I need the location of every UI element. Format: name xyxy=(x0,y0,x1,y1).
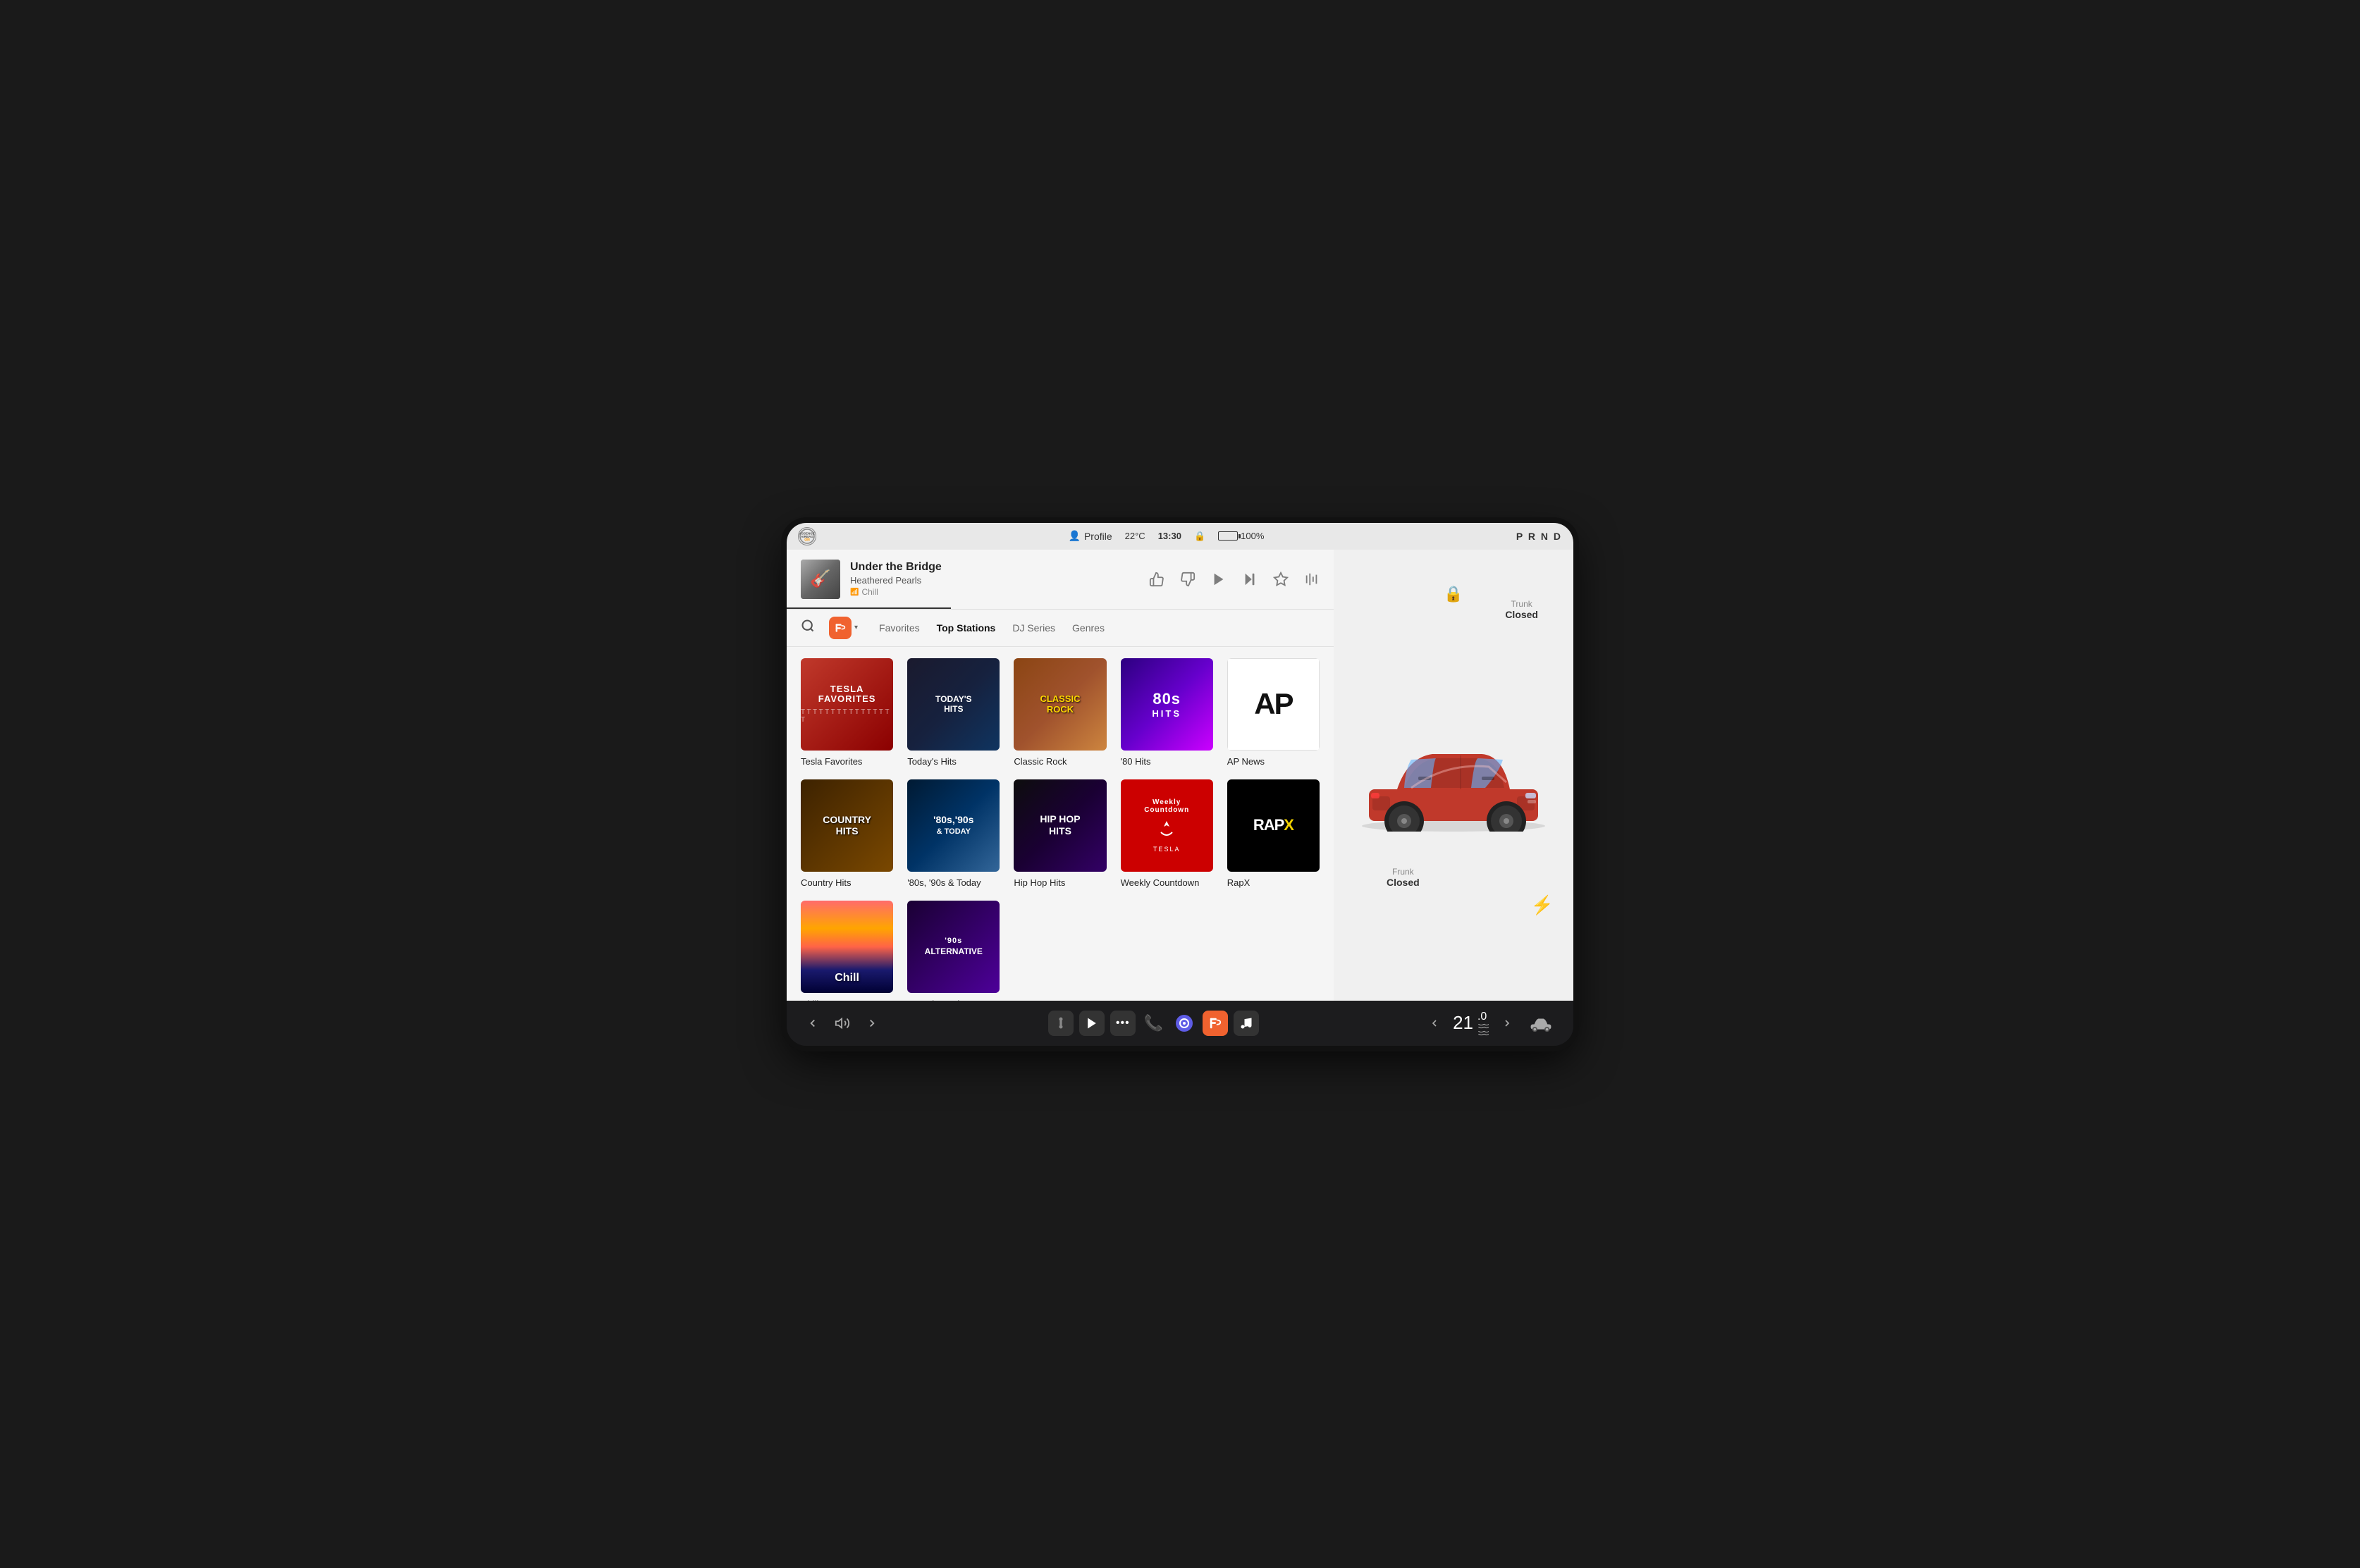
station-80s90s-today[interactable]: '80s,'90s & TODAY '80s, '90s & Today xyxy=(907,779,1000,889)
profile-label: Profile xyxy=(1084,531,1112,542)
playback-controls xyxy=(1149,572,1320,587)
station-hip-hop-hits[interactable]: HIP HOPHITS Hip Hop Hits xyxy=(1014,779,1106,889)
time-display: 13:30 xyxy=(1158,531,1181,541)
pandora-active-button[interactable] xyxy=(1203,1011,1228,1036)
trunk-label: Trunk Closed xyxy=(1505,599,1538,620)
tab-favorites[interactable]: Favorites xyxy=(872,619,927,636)
thumbs-down-button[interactable] xyxy=(1180,572,1196,587)
search-button[interactable] xyxy=(801,619,815,636)
station-label-rapx: RapX xyxy=(1227,877,1320,889)
tab-top-stations[interactable]: Top Stations xyxy=(930,619,1003,636)
battery-percent: 100% xyxy=(1241,531,1264,541)
forward-button[interactable] xyxy=(863,1014,881,1032)
charging-bolt-icon: ⚡ xyxy=(1531,894,1554,916)
back-button[interactable] xyxy=(804,1014,822,1032)
car-container: 🔒 Frunk Closed Trunk Closed ⚡ xyxy=(1348,564,1559,987)
album-art xyxy=(801,560,840,599)
car-svg xyxy=(1348,719,1559,832)
airbag-badge: PASSENGER AIRBAG ON xyxy=(798,527,816,545)
service-selector[interactable]: ▾ xyxy=(829,617,858,639)
temp-decrease-button[interactable] xyxy=(1426,1015,1443,1032)
pandora-logo xyxy=(829,617,852,639)
more-button[interactable]: ••• xyxy=(1110,1011,1136,1036)
track-station: 📶 Chill xyxy=(850,587,1139,597)
lock-icon: 🔒 xyxy=(1194,531,1205,542)
nav-center: ••• 📞 xyxy=(1048,1011,1259,1036)
person-icon: 👤 xyxy=(1069,530,1081,542)
status-bar: PASSENGER AIRBAG ON 👤 Profile 22°C 13:30… xyxy=(787,523,1573,550)
bottom-nav: ••• 📞 xyxy=(787,1001,1573,1046)
station-label-todays-hits: Today's Hits xyxy=(907,756,1000,768)
station-label-90s-alternative: '90s Alternative xyxy=(907,999,1000,1001)
station-rapx[interactable]: RAPX RapX xyxy=(1227,779,1320,889)
thumbs-up-button[interactable] xyxy=(1149,572,1164,587)
station-90s-alternative[interactable]: '90s ALTERNATIVE '90s Alternative xyxy=(907,901,1000,1001)
car-icon xyxy=(1528,1013,1554,1033)
track-title: Under the Bridge xyxy=(850,561,1139,574)
defrost-front-icon xyxy=(1477,1023,1489,1029)
nav-left xyxy=(804,1013,881,1034)
station-label-80s90s: '80s, '90s & Today xyxy=(907,877,1000,889)
media-player-button[interactable] xyxy=(1079,1011,1105,1036)
nav-tabs: Favorites Top Stations DJ Series Genres xyxy=(872,619,1112,636)
station-grid-container: TESLA FAVORITES T T T T T T T T T T T T … xyxy=(787,647,1334,1001)
svg-text:ON: ON xyxy=(804,538,810,542)
autopilot-button[interactable] xyxy=(1048,1011,1074,1036)
temperature-control: 21 .0 xyxy=(1453,1011,1489,1036)
station-label-80s-hits: '80 Hits xyxy=(1121,756,1213,768)
station-country-hits[interactable]: COUNTRYHITS Country Hits xyxy=(801,779,893,889)
play-button[interactable] xyxy=(1211,572,1227,587)
status-left: PASSENGER AIRBAG ON xyxy=(798,527,816,545)
station-label-chill: Chill xyxy=(801,999,893,1001)
station-label-ap-news: AP News xyxy=(1227,756,1320,768)
circle-app-button[interactable] xyxy=(1172,1011,1197,1036)
station-label-tesla-favorites: Tesla Favorites xyxy=(801,756,893,768)
music-note-button[interactable] xyxy=(1234,1011,1259,1036)
right-panel: 🔒 Frunk Closed Trunk Closed ⚡ xyxy=(1334,550,1573,1001)
now-playing-bar: Under the Bridge Heathered Pearls 📶 Chil… xyxy=(787,550,1334,610)
frunk-label: Frunk Closed xyxy=(1387,867,1420,888)
temperature-display: 22°C xyxy=(1125,531,1145,541)
equalizer-button[interactable] xyxy=(1304,572,1320,587)
lock-status: 🔒 xyxy=(1444,585,1463,603)
profile-section[interactable]: 👤 Profile xyxy=(1069,530,1112,542)
next-button[interactable] xyxy=(1242,572,1258,587)
main-screen: PASSENGER AIRBAG ON 👤 Profile 22°C 13:30… xyxy=(787,523,1573,1046)
signal-icon: 📶 xyxy=(850,588,859,596)
temp-increase-button[interactable] xyxy=(1499,1015,1516,1032)
station-tesla-favorites[interactable]: TESLA FAVORITES T T T T T T T T T T T T … xyxy=(801,658,893,768)
station-chill[interactable]: Chill Chill xyxy=(801,901,893,1001)
station-weekly-countdown[interactable]: Weekly Countdown TESLA xyxy=(1121,779,1213,889)
gear-indicator: P R N D xyxy=(1516,531,1562,542)
temp-number: 21 xyxy=(1453,1012,1473,1034)
defrost-rear-icon xyxy=(1477,1030,1489,1036)
station-label-hip-hop-hits: Hip Hop Hits xyxy=(1014,877,1106,889)
main-area: Under the Bridge Heathered Pearls 📶 Chil… xyxy=(787,550,1573,1001)
service-dropdown-arrow: ▾ xyxy=(854,624,858,631)
phone-button[interactable]: 📞 xyxy=(1141,1011,1166,1035)
status-center: 👤 Profile 22°C 13:30 🔒 100% xyxy=(1069,530,1265,542)
progress-bar xyxy=(787,607,951,609)
tab-genres[interactable]: Genres xyxy=(1065,619,1112,636)
star-button[interactable] xyxy=(1273,572,1289,587)
temp-decimal: .0 xyxy=(1477,1011,1487,1023)
station-80s-hits[interactable]: 80s HITS '80 Hits xyxy=(1121,658,1213,768)
station-label-weekly-countdown: Weekly Countdown xyxy=(1121,877,1213,889)
station-todays-hits[interactable]: TODAY'SHITS Today's Hits xyxy=(907,658,1000,768)
track-info: Under the Bridge Heathered Pearls 📶 Chil… xyxy=(850,561,1139,597)
left-panel: Under the Bridge Heathered Pearls 📶 Chil… xyxy=(787,550,1334,1001)
volume-button[interactable] xyxy=(832,1013,853,1034)
station-classic-rock[interactable]: CLASSIC ROCK Classic Rock xyxy=(1014,658,1106,768)
car-overview-button[interactable] xyxy=(1525,1011,1556,1036)
track-artist: Heathered Pearls xyxy=(850,575,1139,586)
station-ap-news[interactable]: AP AP News xyxy=(1227,658,1320,768)
tab-dj-series[interactable]: DJ Series xyxy=(1005,619,1062,636)
station-label-classic-rock: Classic Rock xyxy=(1014,756,1106,768)
station-label-country-hits: Country Hits xyxy=(801,877,893,889)
battery-section: 100% xyxy=(1218,531,1264,541)
station-grid: TESLA FAVORITES T T T T T T T T T T T T … xyxy=(801,658,1320,1001)
music-nav: ▾ Favorites Top Stations DJ Series Genre… xyxy=(787,610,1334,647)
nav-right: 21 .0 xyxy=(1426,1011,1556,1036)
